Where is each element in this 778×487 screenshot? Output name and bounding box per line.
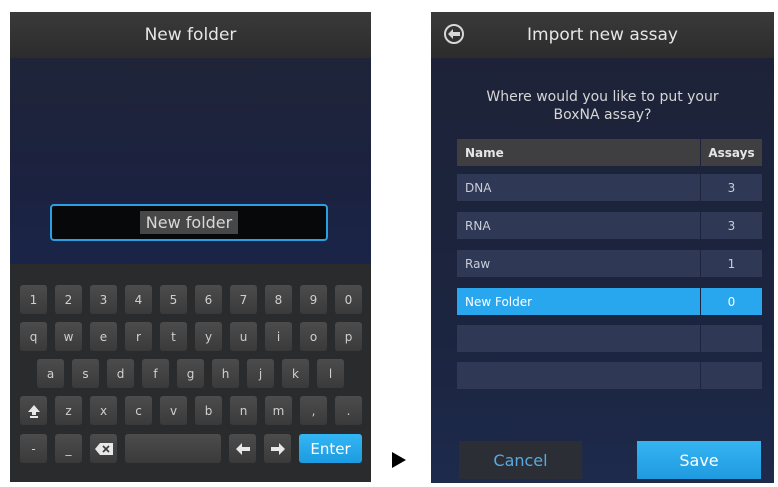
- save-button[interactable]: Save: [637, 441, 761, 479]
- key-w[interactable]: w: [55, 322, 82, 351]
- left-arrow-icon: [235, 442, 250, 455]
- key-dash[interactable]: -: [20, 434, 47, 463]
- folder-name-input[interactable]: New folder: [50, 204, 328, 241]
- backspace-icon: [94, 442, 113, 455]
- key-3[interactable]: 3: [90, 285, 117, 314]
- key-o[interactable]: o: [300, 322, 327, 351]
- table-header: Name Assays: [457, 139, 762, 166]
- key-v[interactable]: v: [160, 396, 187, 425]
- shift-icon: [27, 404, 40, 418]
- key-1[interactable]: 1: [20, 285, 47, 314]
- key-t[interactable]: t: [160, 322, 187, 351]
- key-2[interactable]: 2: [55, 285, 82, 314]
- destination-question: Where would you like to put your BoxNA a…: [486, 89, 719, 123]
- row-assays: [701, 362, 762, 389]
- key-9[interactable]: 9: [300, 285, 327, 314]
- row-assays: 3: [701, 174, 762, 201]
- key-i[interactable]: i: [265, 322, 292, 351]
- table-row-empty[interactable]: [457, 325, 762, 352]
- table-row[interactable]: RNA 3: [457, 212, 762, 239]
- key-e[interactable]: e: [90, 322, 117, 351]
- row-assays: 0: [701, 288, 762, 315]
- key-z[interactable]: z: [55, 396, 82, 425]
- key-r[interactable]: r: [125, 322, 152, 351]
- key-k[interactable]: k: [282, 359, 309, 388]
- key-h[interactable]: h: [212, 359, 239, 388]
- column-header-name: Name: [457, 139, 700, 166]
- enter-key[interactable]: Enter: [299, 434, 362, 463]
- new-folder-screen: New folder New folder 1 2 3 4 5 6 7 8 9 …: [10, 12, 371, 482]
- backspace-key[interactable]: [90, 434, 117, 463]
- key-j[interactable]: j: [247, 359, 274, 388]
- row-assays: 3: [701, 212, 762, 239]
- row-name: [457, 325, 700, 352]
- row-name: [457, 362, 700, 389]
- key-l[interactable]: l: [317, 359, 344, 388]
- import-assay-screen: Import new assay Where would you like to…: [431, 12, 774, 483]
- table-row[interactable]: Raw 1: [457, 250, 762, 277]
- next-step-arrow-icon: [392, 452, 406, 468]
- key-q[interactable]: q: [20, 322, 47, 351]
- key-n[interactable]: n: [230, 396, 257, 425]
- key-d[interactable]: d: [107, 359, 134, 388]
- left-arrow-key[interactable]: [229, 434, 256, 463]
- key-u[interactable]: u: [230, 322, 257, 351]
- right-arrow-icon: [270, 442, 285, 455]
- table-row[interactable]: DNA 3: [457, 174, 762, 201]
- back-arrow-icon: [448, 29, 460, 39]
- key-8[interactable]: 8: [265, 285, 292, 314]
- table-row-selected[interactable]: New Folder 0: [457, 288, 762, 315]
- key-m[interactable]: m: [265, 396, 292, 425]
- key-underscore[interactable]: _: [55, 434, 82, 463]
- row-name: DNA: [457, 174, 700, 201]
- key-y[interactable]: y: [195, 322, 222, 351]
- back-button[interactable]: [444, 24, 464, 44]
- key-4[interactable]: 4: [125, 285, 152, 314]
- column-header-assays: Assays: [701, 139, 762, 166]
- on-screen-keyboard: 1 2 3 4 5 6 7 8 9 0 q w e r t y u i o p …: [10, 264, 371, 482]
- key-7[interactable]: 7: [230, 285, 257, 314]
- row-assays: 1: [701, 250, 762, 277]
- key-p[interactable]: p: [335, 322, 362, 351]
- folder-name-value: New folder: [139, 211, 239, 234]
- shift-key[interactable]: [20, 396, 47, 425]
- key-b[interactable]: b: [195, 396, 222, 425]
- table-row-empty[interactable]: [457, 362, 762, 389]
- row-name: RNA: [457, 212, 700, 239]
- row-name: New Folder: [457, 288, 700, 315]
- screen-title: Import new assay: [431, 12, 774, 58]
- right-arrow-key[interactable]: [264, 434, 291, 463]
- key-a[interactable]: a: [37, 359, 64, 388]
- row-name: Raw: [457, 250, 700, 277]
- row-assays: [701, 325, 762, 352]
- key-c[interactable]: c: [125, 396, 152, 425]
- screen-title: New folder: [10, 12, 371, 58]
- key-s[interactable]: s: [72, 359, 99, 388]
- key-6[interactable]: 6: [195, 285, 222, 314]
- content-area: [10, 58, 371, 275]
- key-0[interactable]: 0: [335, 285, 362, 314]
- key-5[interactable]: 5: [160, 285, 187, 314]
- cancel-button[interactable]: Cancel: [459, 441, 582, 479]
- key-x[interactable]: x: [90, 396, 117, 425]
- key-comma[interactable]: ,: [300, 396, 327, 425]
- key-f[interactable]: f: [142, 359, 169, 388]
- key-g[interactable]: g: [177, 359, 204, 388]
- space-key[interactable]: [125, 434, 221, 463]
- key-period[interactable]: .: [335, 396, 362, 425]
